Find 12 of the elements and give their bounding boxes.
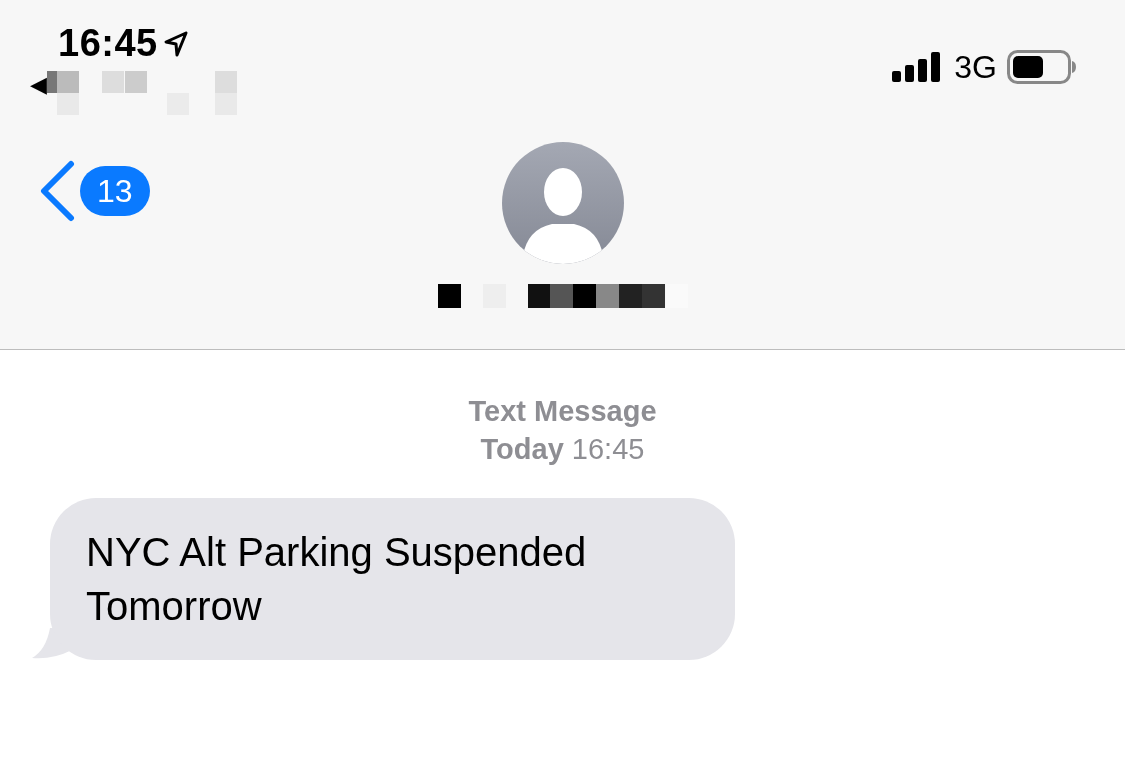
service-label: Text Message (468, 394, 657, 429)
network-type: 3G (954, 48, 997, 86)
status-time: 16:45 (58, 22, 158, 65)
location-arrow-icon (163, 30, 188, 57)
back-button[interactable]: 13 (38, 160, 150, 222)
back-to-app-link[interactable]: ◀ (30, 74, 47, 96)
battery-icon (1007, 50, 1077, 84)
chevron-left-icon (38, 160, 76, 222)
contact-avatar-icon[interactable] (501, 142, 624, 264)
message-timestamp: Today 16:45 (480, 432, 645, 467)
unread-count-badge: 13 (80, 166, 150, 216)
message-bubble[interactable]: NYC Alt Parking Suspended Tomorrow (50, 498, 735, 660)
